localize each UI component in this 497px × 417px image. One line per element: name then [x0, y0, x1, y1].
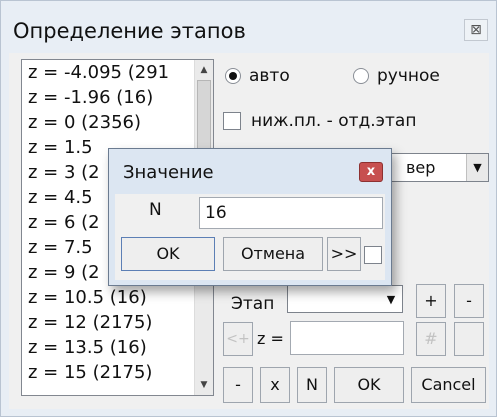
n-field-label: N	[149, 200, 162, 220]
scroll-up-icon[interactable]: ▲	[195, 61, 213, 79]
scroll-down-icon[interactable]: ▼	[195, 376, 213, 394]
auto-radio[interactable]	[225, 68, 241, 84]
dialog-more-button[interactable]: >>	[327, 237, 361, 271]
minus-button[interactable]: -	[223, 367, 253, 403]
list-item[interactable]: z = 13.5 (16)	[28, 337, 147, 358]
value-dialog-body: N 16 OK Отмена >>	[115, 194, 385, 280]
direction-combobox-value: вер	[406, 158, 436, 177]
chevron-down-icon[interactable]: ▼	[466, 154, 488, 181]
prev-button[interactable]: <+	[223, 322, 253, 356]
dialog-checkbox[interactable]	[364, 246, 382, 264]
direction-combobox[interactable]: вер ▼	[383, 153, 489, 182]
list-item[interactable]: z = 10.5 (16)	[28, 287, 147, 308]
stages-window: Определение этапов ⊠ z = -4.095 (291 z =…	[0, 0, 497, 417]
n-button[interactable]: N	[297, 367, 327, 403]
radio-selected-dot	[229, 72, 237, 80]
list-item[interactable]: z = 1.5	[28, 137, 93, 158]
list-item[interactable]: z = 15 (2175)	[28, 362, 152, 383]
x-button[interactable]: x	[260, 367, 290, 403]
list-item[interactable]: z = 0 (2356)	[28, 112, 141, 133]
list-item[interactable]: z = -1.96 (16)	[28, 87, 153, 108]
stage-combobox[interactable]: ▼	[287, 285, 403, 313]
window-title: Определение этапов	[13, 19, 246, 43]
hash-button[interactable]: #	[416, 322, 446, 356]
chevron-down-icon[interactable]: ▼	[380, 286, 402, 312]
list-item[interactable]: z = 12 (2175)	[28, 312, 152, 333]
value-dialog: Значение x N 16 OK Отмена >>	[108, 148, 392, 286]
auto-radio-label[interactable]: авто	[249, 66, 290, 86]
blank-button[interactable]	[454, 322, 484, 356]
manual-radio[interactable]	[353, 68, 369, 84]
list-item[interactable]: z = 7.5	[28, 237, 93, 258]
add-stage-button[interactable]: +	[416, 284, 446, 318]
list-item[interactable]: z = 3 (2	[28, 162, 100, 183]
remove-stage-button[interactable]: -	[454, 284, 484, 318]
bottom-layer-checkbox[interactable]	[223, 112, 241, 130]
ok-button[interactable]: OK	[334, 367, 404, 403]
bottom-layer-label[interactable]: ниж.пл. - отд.этап	[251, 111, 416, 131]
list-item[interactable]: z = 9 (2	[28, 262, 100, 283]
list-item[interactable]: z = 6 (2	[28, 212, 100, 233]
dialog-cancel-button[interactable]: Отмена	[223, 237, 323, 271]
list-item[interactable]: z = -4.095 (291	[28, 62, 169, 83]
close-icon[interactable]: x	[359, 162, 383, 182]
cancel-button[interactable]: Cancel	[411, 367, 486, 403]
z-input[interactable]	[290, 321, 404, 355]
n-value-input[interactable]: 16	[199, 197, 383, 229]
stage-label: Этап	[231, 294, 275, 314]
window-close-button[interactable]: ⊠	[464, 19, 488, 41]
value-dialog-title: Значение	[123, 162, 214, 183]
n-value-text: 16	[205, 203, 227, 223]
dialog-ok-button[interactable]: OK	[121, 237, 215, 271]
list-item[interactable]: z = 4.5	[28, 187, 93, 208]
z-label: z =	[257, 329, 284, 348]
manual-radio-label[interactable]: ручное	[377, 66, 440, 86]
